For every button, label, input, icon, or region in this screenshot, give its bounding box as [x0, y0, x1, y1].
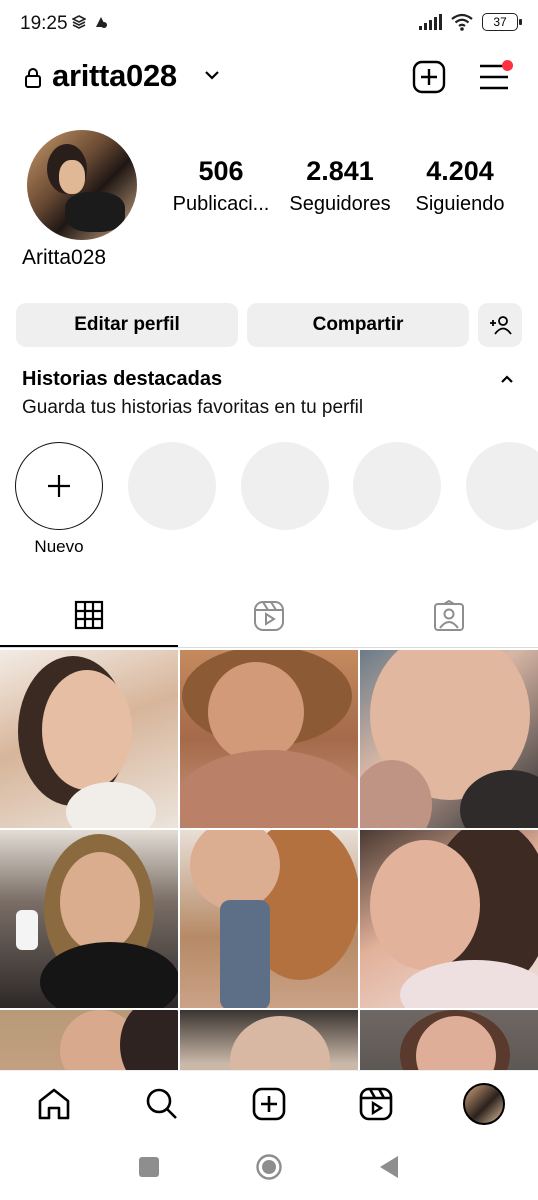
search-icon[interactable] [145, 1087, 179, 1121]
highlights-title: Historias destacadas [22, 368, 223, 390]
highlight-placeholder [128, 442, 216, 530]
add-person-icon [490, 316, 512, 335]
status-notification-icons [72, 15, 108, 29]
chevron-up-icon[interactable] [498, 372, 516, 386]
status-bar: 19:25 37 [0, 0, 538, 48]
post-thumbnail[interactable] [180, 1010, 358, 1070]
profile-avatar-nav[interactable] [463, 1083, 505, 1125]
lock-icon [25, 68, 41, 88]
system-navigation-bar [0, 1136, 538, 1200]
stat-value: 2.841 [306, 156, 374, 186]
post-thumbnail[interactable] [360, 650, 538, 828]
post-thumbnail[interactable] [0, 650, 178, 828]
posts-grid [0, 650, 538, 1070]
highlight-placeholder [241, 442, 329, 530]
active-tab-indicator [0, 645, 178, 647]
plus-icon [48, 475, 70, 497]
stat-value: 4.204 [426, 156, 494, 186]
highlight-placeholder [353, 442, 441, 530]
app-notification-icon [96, 17, 107, 28]
create-icon[interactable] [252, 1087, 286, 1121]
new-highlight-label: Nuevo [34, 537, 84, 556]
reels-icon [254, 601, 284, 631]
post-thumbnail[interactable] [0, 1010, 178, 1070]
battery-level: 37 [493, 15, 507, 29]
chevron-down-icon[interactable] [203, 68, 221, 82]
post-thumbnail[interactable] [180, 650, 358, 828]
post-thumbnail[interactable] [180, 830, 358, 1008]
stat-label: Publicaci... [172, 193, 270, 215]
signal-icon [419, 14, 442, 30]
stat-value: 506 [198, 156, 244, 186]
stat-posts[interactable]: 506 Publicaci... [168, 156, 274, 216]
account-username[interactable]: aritta028 [52, 58, 177, 94]
recents-icon[interactable] [138, 1156, 160, 1178]
layers-icon [72, 15, 86, 29]
grid-icon [74, 600, 104, 630]
post-thumbnail[interactable] [0, 830, 178, 1008]
home-icon[interactable] [36, 1087, 72, 1121]
tab-reels[interactable] [180, 596, 358, 646]
post-thumbnail[interactable] [360, 830, 538, 1008]
stat-followers[interactable]: 2.841 Seguidores [284, 156, 396, 216]
tagged-icon [434, 600, 464, 631]
display-name: Aritta028 [22, 246, 107, 269]
discover-people-button[interactable] [478, 303, 522, 347]
post-thumbnail[interactable] [360, 1010, 538, 1070]
stat-label: Siguiendo [415, 193, 505, 215]
home-button-icon[interactable] [255, 1153, 283, 1181]
status-time: 19:25 [20, 13, 68, 34]
tab-posts-grid[interactable] [0, 596, 178, 646]
highlight-placeholder [466, 442, 538, 530]
reels-icon[interactable] [359, 1087, 393, 1121]
share-profile-button[interactable]: Compartir [247, 303, 469, 347]
back-icon[interactable] [378, 1154, 400, 1180]
bottom-navigation [0, 1070, 538, 1136]
create-post-icon[interactable] [412, 60, 446, 94]
stat-label: Seguidores [289, 193, 391, 215]
tab-divider [0, 647, 538, 648]
profile-header: aritta028 [0, 52, 538, 104]
new-highlight-button[interactable] [15, 442, 103, 530]
highlights-subtitle: Guarda tus historias favoritas en tu per… [22, 397, 364, 418]
edit-profile-button[interactable]: Editar perfil [16, 303, 238, 347]
wifi-icon [451, 13, 473, 31]
profile-avatar[interactable] [27, 130, 137, 240]
status-right-icons: 37 [418, 13, 522, 31]
notification-dot [502, 60, 513, 71]
stat-following[interactable]: 4.204 Siguiendo [408, 156, 512, 216]
battery-indicator: 37 [482, 13, 522, 31]
tab-tagged[interactable] [360, 596, 538, 646]
